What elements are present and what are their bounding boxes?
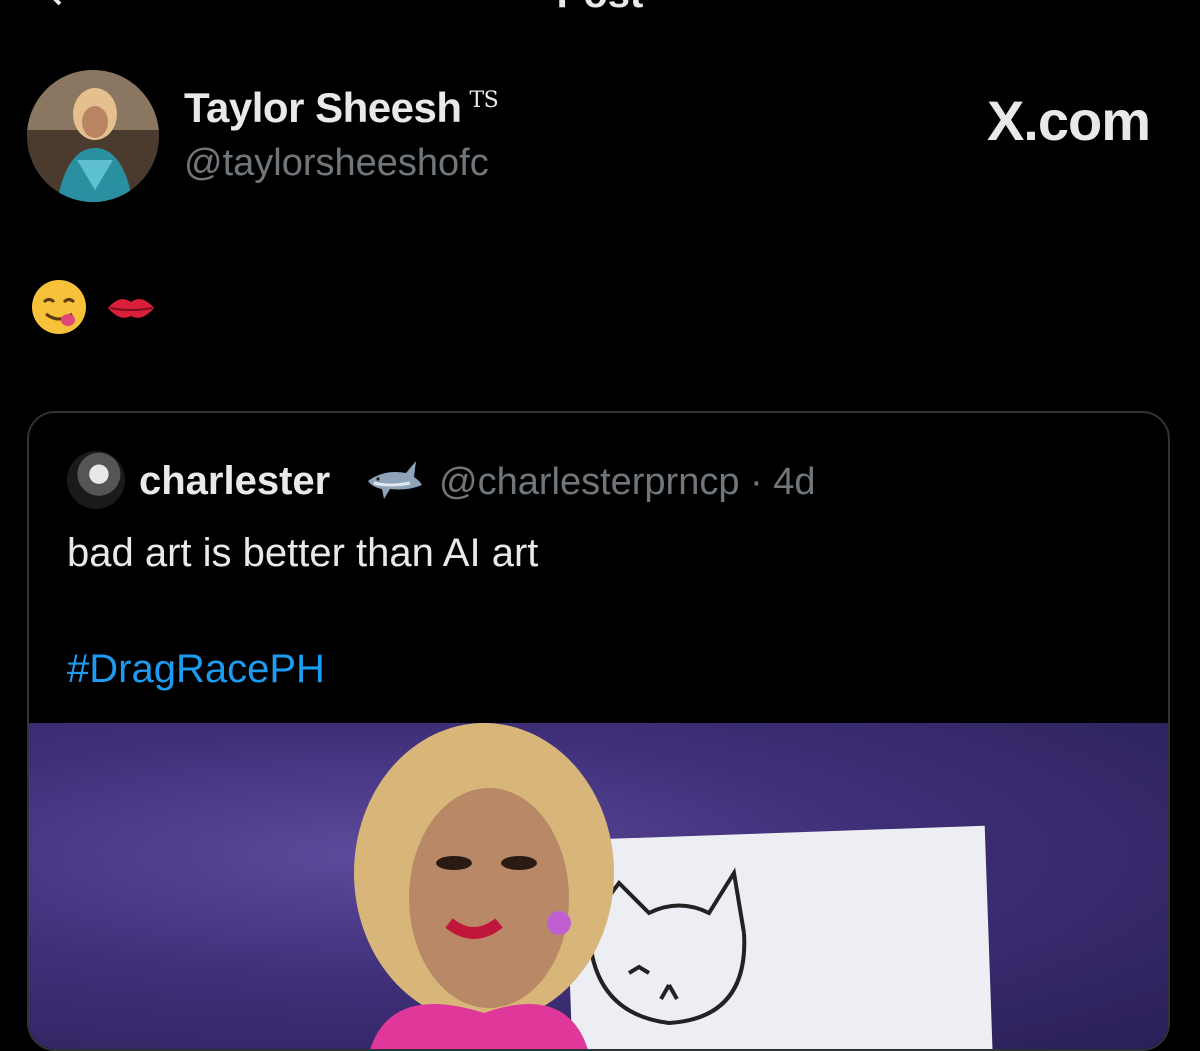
- media-image: [354, 723, 994, 1049]
- author-badge: TS: [469, 88, 499, 113]
- post-body: [30, 278, 160, 336]
- quoted-post-text: bad art is better than AI art: [67, 531, 539, 575]
- quoted-author-handle-time[interactable]: @charlesterprncp · 4d: [439, 461, 816, 504]
- quoted-post-card[interactable]: charlester @charlesterprncp · 4d bad art…: [27, 411, 1170, 1051]
- top-bar: Post: [0, 0, 1200, 16]
- author-avatar[interactable]: [27, 70, 159, 202]
- page-title: Post: [0, 0, 1200, 17]
- quoted-post-media[interactable]: [29, 723, 1168, 1049]
- author-name[interactable]: Taylor Sheesh TS: [184, 84, 499, 132]
- hashtag-link[interactable]: #DragRacePH: [67, 647, 325, 692]
- shark-emoji-icon: [368, 461, 422, 499]
- avatar-image: [27, 70, 159, 202]
- author-name-text: Taylor Sheesh: [184, 84, 462, 131]
- author-handle[interactable]: @taylorsheeshofc: [184, 142, 489, 185]
- quoted-author-avatar[interactable]: [67, 451, 125, 509]
- yum-face-emoji-icon: [32, 280, 86, 334]
- kiss-mark-emoji-icon: [108, 299, 154, 318]
- quoted-author-name[interactable]: charlester: [139, 459, 330, 504]
- brand-watermark: X.com: [986, 89, 1151, 152]
